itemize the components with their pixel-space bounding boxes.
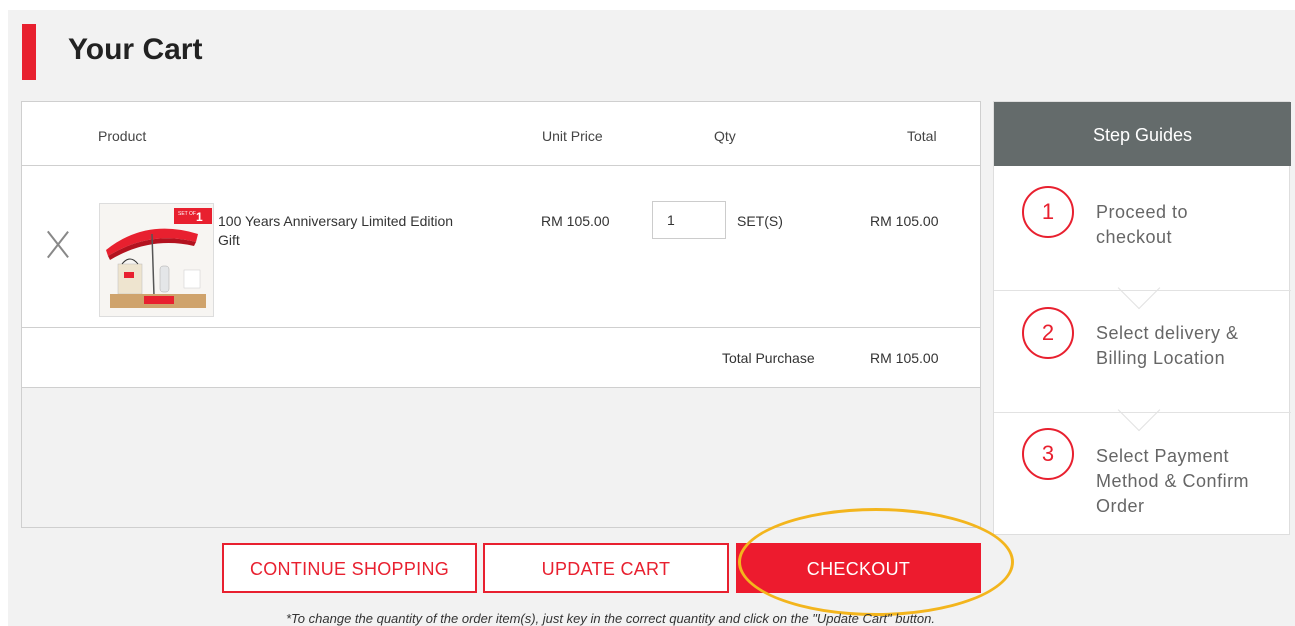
step-divider [994, 290, 1291, 291]
product-name[interactable]: 100 Years Anniversary Limited Edition Gi… [218, 212, 458, 250]
step-number-1: 1 [1022, 186, 1074, 238]
product-thumbnail[interactable]: SET OF 1 [99, 203, 214, 317]
update-cart-button[interactable]: UPDATE CART [483, 543, 729, 593]
step-2-text: Select delivery & Billing Location [1096, 321, 1286, 371]
header-divider [22, 165, 980, 166]
column-header-qty: Qty [714, 128, 736, 144]
step-number-3: 3 [1022, 428, 1074, 480]
step-divider [994, 412, 1291, 413]
step-3-line-1: Select Payment [1096, 446, 1230, 466]
page-title: Your Cart [68, 33, 203, 66]
continue-shopping-button[interactable]: CONTINUE SHOPPING [222, 543, 477, 593]
unit-price: RM 105.00 [541, 213, 610, 229]
quantity-unit: SET(S) [737, 213, 783, 229]
column-header-product: Product [98, 128, 147, 144]
step-2-arrow [1117, 388, 1161, 432]
step-2-line-1: Select delivery & [1096, 323, 1239, 343]
step-1-line-2: checkout [1096, 227, 1173, 247]
remove-item-icon[interactable] [46, 230, 70, 258]
step-1-text: Proceed to checkout [1096, 200, 1286, 250]
checkout-button[interactable]: CHECKOUT [736, 543, 981, 593]
column-header-total: Total [907, 128, 937, 144]
quantity-input[interactable] [652, 201, 726, 239]
step-guides-heading: Step Guides [994, 102, 1291, 166]
row-divider [22, 327, 980, 328]
step-1-line-1: Proceed to [1096, 202, 1189, 222]
total-divider [22, 387, 980, 388]
quantity-update-note: *To change the quantity of the order ite… [286, 611, 935, 626]
step-3-text: Select Payment Method & Confirm Order [1096, 444, 1286, 519]
product-image-icon: SET OF 1 [100, 204, 213, 316]
total-purchase-value: RM 105.00 [870, 350, 939, 366]
step-number-2: 2 [1022, 307, 1074, 359]
total-purchase-label: Total Purchase [722, 350, 815, 366]
cart-table: Product Unit Price Qty Total SET OF 1 10… [21, 101, 981, 528]
step-2-line-2: Billing Location [1096, 348, 1226, 368]
svg-text:SET OF: SET OF [178, 211, 196, 217]
step-1-arrow [1117, 266, 1161, 310]
step-3-line-2: Method & Confirm [1096, 471, 1250, 491]
svg-text:1: 1 [196, 210, 203, 224]
title-accent-bar [22, 24, 36, 80]
cart-table-body: Product Unit Price Qty Total SET OF 1 10… [22, 102, 980, 388]
line-total: RM 105.00 [870, 213, 939, 229]
step-3-line-3: Order [1096, 496, 1145, 516]
top-strip [0, 0, 1295, 10]
step-guides-panel: Step Guides 1 Proceed to checkout 2 Sele… [993, 101, 1291, 535]
left-strip [0, 0, 8, 626]
column-header-unit-price: Unit Price [542, 128, 603, 144]
